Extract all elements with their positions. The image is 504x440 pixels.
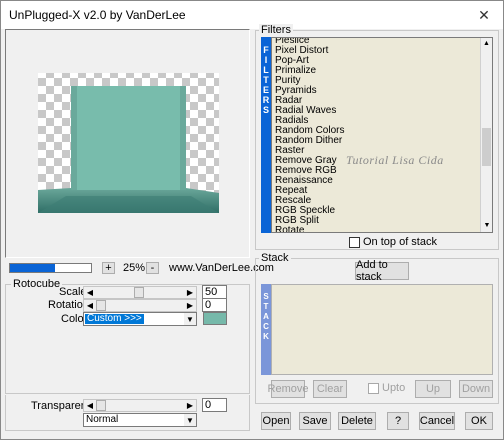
transparency-right-arrow-icon[interactable]: ▶ bbox=[184, 400, 196, 411]
stack-letter: C bbox=[263, 322, 269, 331]
blend-chevron-down-icon[interactable]: ▼ bbox=[184, 414, 196, 426]
color-swatch[interactable] bbox=[203, 312, 227, 325]
transparency-thumb[interactable] bbox=[96, 400, 106, 411]
filters-scroll-thumb[interactable] bbox=[482, 128, 491, 166]
add-to-stack-button[interactable]: Add to stack bbox=[355, 259, 409, 283]
upto-label: Upto bbox=[382, 382, 406, 394]
filters-letter: T bbox=[263, 75, 269, 85]
on-top-checkbox[interactable] bbox=[349, 237, 360, 248]
rotation-left-arrow-icon[interactable]: ◀ bbox=[84, 300, 96, 311]
cancel-button[interactable]: Cancel bbox=[419, 412, 455, 430]
stack-letter: S bbox=[263, 292, 269, 301]
progress-fill bbox=[10, 264, 55, 272]
filters-side-tab: F I L T E R S bbox=[261, 37, 271, 233]
stack-letter: K bbox=[263, 332, 269, 341]
scroll-up-icon[interactable]: ▲ bbox=[481, 38, 492, 50]
rotation-right-arrow-icon[interactable]: ▶ bbox=[184, 300, 196, 311]
clear-button[interactable]: Clear bbox=[313, 380, 347, 398]
cube-face bbox=[71, 86, 186, 190]
filters-letter: S bbox=[262, 105, 269, 115]
preview-panel bbox=[5, 29, 250, 258]
filters-letter: L bbox=[263, 65, 269, 75]
rotocube-group-title: Rotocube bbox=[11, 278, 63, 290]
window-title: UnPlugged-X v2.0 by VanDerLee bbox=[9, 8, 186, 22]
scroll-down-icon[interactable]: ▼ bbox=[481, 220, 492, 232]
transparency-left-arrow-icon[interactable]: ◀ bbox=[84, 400, 96, 411]
transparency-slider[interactable]: ◀ ▶ bbox=[83, 399, 197, 412]
rotation-slider[interactable]: ◀ ▶ bbox=[83, 299, 197, 312]
filters-group-title: Filters bbox=[259, 24, 293, 36]
scale-value-input[interactable]: 50 bbox=[202, 285, 227, 299]
filters-watermark: Tutorial Lisa Cida bbox=[346, 153, 444, 167]
scale-slider[interactable]: ◀ ▶ bbox=[83, 286, 197, 299]
transparency-value-input[interactable]: 0 bbox=[202, 398, 227, 412]
rotation-thumb[interactable] bbox=[96, 300, 106, 311]
up-button[interactable]: Up bbox=[415, 380, 451, 398]
stack-letter: A bbox=[263, 312, 269, 321]
close-icon[interactable]: ✕ bbox=[473, 4, 495, 26]
scale-right-arrow-icon[interactable]: ▶ bbox=[184, 287, 196, 298]
chevron-down-icon[interactable]: ▼ bbox=[184, 313, 196, 325]
filters-letter: R bbox=[262, 95, 270, 105]
cube-right-edge bbox=[180, 86, 186, 190]
upto-checkbox[interactable] bbox=[368, 383, 379, 394]
ok-button[interactable]: OK bbox=[465, 412, 493, 430]
filters-scrollbar[interactable]: ▲ ▼ bbox=[480, 38, 492, 232]
filter-item[interactable]: Primalize bbox=[272, 66, 480, 76]
help-button[interactable]: ? bbox=[387, 412, 409, 430]
color-dropdown-value: Custom >>> bbox=[85, 313, 144, 324]
rotation-value-input[interactable]: 0 bbox=[202, 298, 227, 312]
filters-list[interactable]: Pieslice Pixel Distort Pop-Art Primalize Pur… bbox=[271, 37, 493, 233]
zoom-level: 25% bbox=[123, 262, 146, 274]
stack-side-tab: S T A C K bbox=[261, 284, 271, 375]
zoom-out-button[interactable]: - bbox=[146, 262, 159, 274]
title-bar: UnPlugged-X v2.0 by VanDerLee ✕ bbox=[1, 1, 503, 29]
filters-letter: I bbox=[264, 55, 268, 65]
save-button[interactable]: Save bbox=[299, 412, 331, 430]
filters-letter: F bbox=[263, 45, 269, 55]
down-button[interactable]: Down bbox=[459, 380, 493, 398]
filters-letter: E bbox=[262, 85, 269, 95]
scale-left-arrow-icon[interactable]: ◀ bbox=[84, 287, 96, 298]
open-button[interactable]: Open bbox=[261, 412, 291, 430]
stack-list[interactable] bbox=[271, 284, 493, 375]
delete-button[interactable]: Delete bbox=[338, 412, 376, 430]
scale-thumb[interactable] bbox=[134, 287, 144, 298]
plugin-window: UnPlugged-X v2.0 by VanDerLee ✕ + 25% - … bbox=[0, 0, 504, 440]
zoom-in-button[interactable]: + bbox=[102, 262, 115, 274]
progress-bar bbox=[9, 263, 92, 273]
blend-mode-dropdown[interactable]: Normal ▼ bbox=[83, 413, 197, 427]
remove-button[interactable]: Remove bbox=[268, 380, 308, 398]
stack-letter: T bbox=[263, 302, 269, 311]
stack-group-title: Stack bbox=[259, 252, 291, 264]
filter-item[interactable]: Pyramids bbox=[272, 86, 480, 96]
cube-left-edge bbox=[71, 86, 77, 190]
filter-item[interactable]: Rotate bbox=[272, 226, 480, 233]
preview-image[interactable] bbox=[6, 30, 251, 259]
cube-floor-shade bbox=[38, 196, 219, 213]
color-dropdown[interactable]: Custom >>> ▼ bbox=[83, 312, 197, 326]
on-top-label: On top of stack bbox=[363, 236, 437, 248]
blend-mode-value: Normal bbox=[86, 414, 119, 425]
